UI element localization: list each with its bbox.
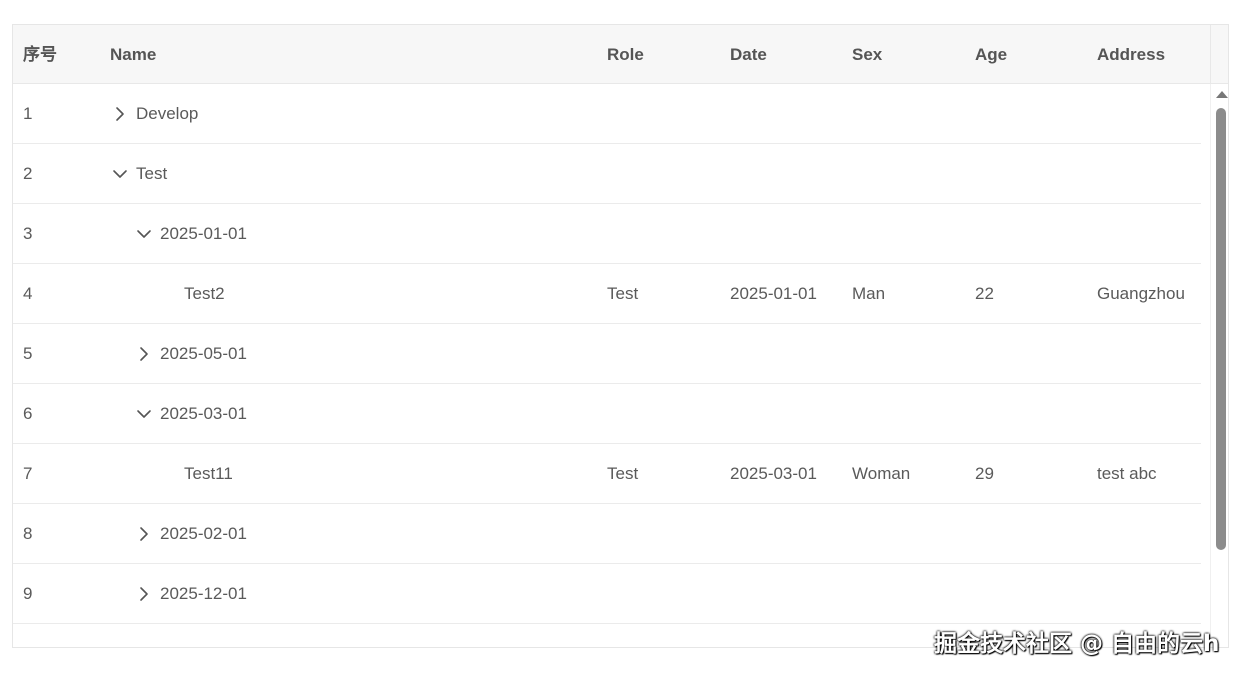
cell-age: 29 — [975, 464, 994, 483]
row-index: 9 — [23, 584, 33, 603]
tree-node-label: Develop — [136, 104, 199, 123]
table-row[interactable]: 9 2025-12-01 — [13, 564, 1201, 624]
table-row[interactable]: 6 2025-03-01 — [13, 384, 1201, 444]
row-index: 3 — [23, 224, 33, 243]
header-corner — [1210, 25, 1228, 84]
vertical-scrollbar[interactable] — [1210, 84, 1228, 647]
cell-date: 2025-01-01 — [730, 284, 817, 303]
tree-node-label: 2025-02-01 — [160, 524, 247, 543]
row-index: 8 — [23, 524, 33, 543]
chevron-down-icon[interactable] — [134, 404, 154, 424]
table-header: 序号 Name Role Date Sex Age Address — [13, 25, 1210, 84]
cell-sex: Woman — [852, 464, 911, 483]
row-index: 1 — [23, 104, 33, 123]
column-header-sex[interactable]: Sex — [852, 25, 882, 84]
row-index: 4 — [23, 284, 33, 303]
chevron-right-icon[interactable] — [134, 584, 154, 604]
tree-node-label: Test — [136, 164, 168, 183]
table-row[interactable]: 5 2025-05-01 — [13, 324, 1201, 384]
row-index: 5 — [23, 344, 33, 363]
tree-node-label: 2025-05-01 — [160, 344, 247, 363]
chevron-right-icon[interactable] — [134, 524, 154, 544]
tree-node-cell: 2025-12-01 — [134, 564, 247, 624]
table-row[interactable]: 3 2025-01-01 — [13, 204, 1201, 264]
cell-address: Guangzhou — [1097, 284, 1185, 303]
tree-node-cell: Test11 — [158, 444, 233, 504]
table-row[interactable]: 2 Test — [13, 144, 1201, 204]
table-row[interactable]: 4 Test2 Test 2025-01-01 Man 22 Guangzhou — [13, 264, 1201, 324]
tree-node-label: Test11 — [184, 464, 233, 483]
tree-table: 序号 Name Role Date Sex Age Address 1 Devel… — [12, 24, 1229, 648]
tree-node-label: 2025-03-01 — [160, 404, 247, 423]
cell-date: 2025-03-01 — [730, 464, 817, 483]
chevron-right-icon[interactable] — [134, 344, 154, 364]
cell-role: Test — [607, 464, 639, 483]
cell-role: Test — [607, 284, 639, 303]
tree-node-cell: 2025-05-01 — [134, 324, 247, 384]
cell-sex: Man — [852, 284, 886, 303]
row-index: 2 — [23, 164, 33, 183]
row-index: 6 — [23, 404, 33, 423]
column-header-role[interactable]: Role — [607, 25, 644, 84]
column-header-index[interactable]: 序号 — [23, 25, 57, 84]
tree-node-cell: 2025-02-01 — [134, 504, 247, 564]
column-header-address[interactable]: Address — [1097, 25, 1165, 84]
column-header-age[interactable]: Age — [975, 25, 1007, 84]
table-row[interactable]: 1 Develop — [13, 84, 1201, 144]
column-header-date[interactable]: Date — [730, 25, 767, 84]
watermark-text: 掘金技术社区 @ 自由的云h — [934, 631, 1220, 657]
tree-node-cell: Develop — [110, 84, 198, 144]
chevron-down-icon[interactable] — [134, 224, 154, 244]
table-row[interactable]: 8 2025-02-01 — [13, 504, 1201, 564]
table-row[interactable]: 7 Test11 Test 2025-03-01 Woman 29 test abc — [13, 444, 1201, 504]
scrollbar-thumb[interactable] — [1216, 108, 1226, 550]
tree-node-label: Test2 — [184, 284, 225, 303]
column-header-name[interactable]: Name — [110, 25, 156, 84]
chevron-right-icon[interactable] — [110, 104, 130, 124]
cell-age: 22 — [975, 284, 994, 303]
scroll-up-arrow-icon[interactable] — [1216, 91, 1228, 98]
tree-node-cell: Test — [110, 144, 167, 204]
tree-node-label: 2025-01-01 — [160, 224, 247, 243]
tree-node-cell: 2025-03-01 — [134, 384, 247, 444]
row-index: 7 — [23, 464, 33, 483]
cell-address: test abc — [1097, 464, 1157, 483]
tree-node-label: 2025-12-01 — [160, 584, 247, 603]
chevron-down-icon[interactable] — [110, 164, 130, 184]
tree-node-cell: Test2 — [158, 264, 225, 324]
tree-node-cell: 2025-01-01 — [134, 204, 247, 264]
